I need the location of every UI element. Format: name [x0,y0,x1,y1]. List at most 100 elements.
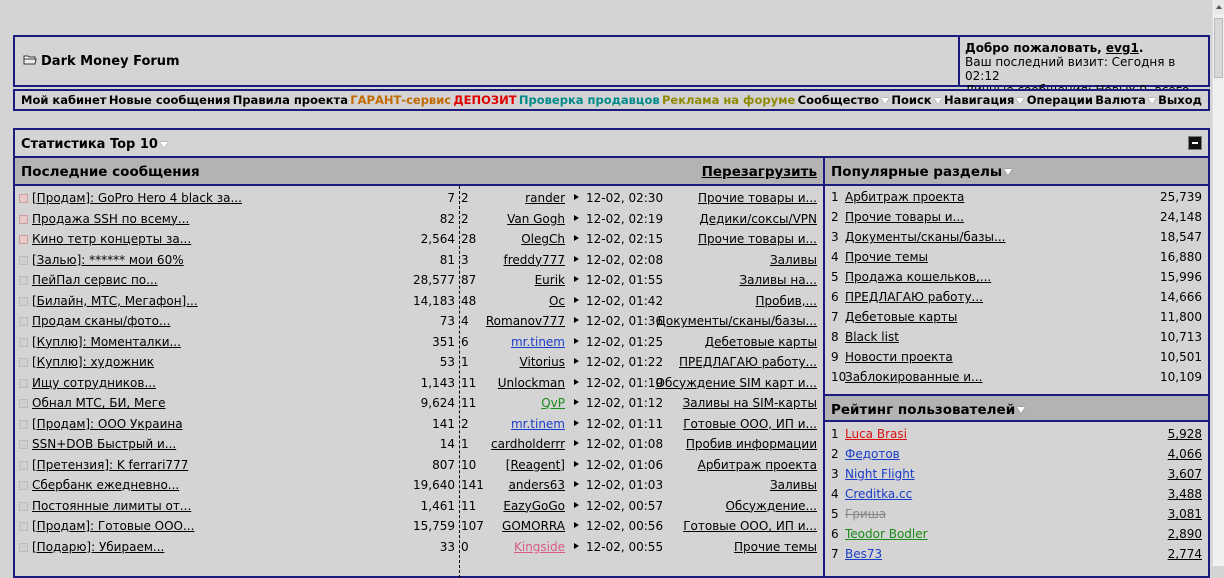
post-author-link[interactable]: QvP [541,396,565,410]
post-author-link[interactable]: freddy777 [503,253,565,267]
post-author-link[interactable]: Eurik [535,273,565,287]
go-to-last-post-icon[interactable] [574,481,579,487]
post-author-link[interactable]: cardholderrr [491,437,565,451]
go-to-last-post-icon[interactable] [574,337,579,344]
post-author-link[interactable]: Unlockman [498,376,565,390]
section-link[interactable]: Заблокированные и... [845,370,983,384]
nav-item[interactable]: Реклама на форуме [662,93,795,107]
post-forum-link[interactable]: Заливы [770,478,817,492]
post-author-link[interactable]: anders63 [509,478,565,492]
user-rating-value[interactable]: 4,066 [1168,447,1202,461]
scroll-thumb[interactable] [1214,18,1223,78]
section-link[interactable]: Прочие товары и... [845,210,964,224]
post-title-link[interactable]: [Залью]: ****** мои 60% [32,253,184,267]
forum-title[interactable]: Dark Money Forum [23,53,180,69]
section-link[interactable]: Black list [845,330,899,344]
post-title-link[interactable]: Обнал МТС, БИ, Мегe [32,396,165,410]
post-title-link[interactable]: Постоянные лимиты от... [32,499,191,513]
scrollbar[interactable] [1212,0,1224,566]
nav-item[interactable]: Навигация [944,93,1025,107]
popular-sections-header[interactable]: Популярные разделы [825,158,1208,186]
nav-item[interactable]: Правила проекта [233,93,348,107]
post-forum-link[interactable]: Пробив информации [686,437,817,451]
go-to-last-post-icon[interactable] [574,440,579,446]
post-forum-link[interactable]: Заливы на... [739,273,817,287]
user-profile-link[interactable]: Luca Brasi [845,427,907,441]
post-forum-link[interactable]: Прочие товары и... [698,232,817,246]
post-author-link[interactable]: rander [525,191,565,205]
go-to-last-post-icon[interactable] [574,276,579,282]
go-to-last-post-icon[interactable] [574,235,579,241]
go-to-last-post-icon[interactable] [574,399,579,405]
post-forum-link[interactable]: Обсуждение SIM карт и... [656,376,817,390]
go-to-last-post-icon[interactable] [574,296,579,303]
post-title-link[interactable]: Продажа SSH по всему... [32,212,189,226]
go-to-last-post-icon[interactable] [574,522,579,528]
post-forum-link[interactable]: Арбитраж проекта [698,458,817,472]
post-forum-link[interactable]: Пробив,... [755,294,817,308]
post-author-link[interactable]: Oc [549,294,565,308]
section-link[interactable]: Прочие темы [845,250,928,264]
post-title-link[interactable]: ПейПал сервис по... [32,273,158,287]
post-author-link[interactable]: mr.tinem [511,335,565,349]
post-forum-link[interactable]: Дебетовые карты [705,335,817,349]
user-profile-link[interactable]: Creditka.cc [845,487,912,501]
nav-item[interactable]: Новые сообщения [109,93,231,107]
post-title-link[interactable]: [Претензия]: K ferrari777 [32,458,188,472]
post-title-link[interactable]: [Подарю]: Убираем... [32,540,164,554]
post-title-link[interactable]: [Продам]: ООО Украина [32,417,183,431]
user-rating-value[interactable]: 3,081 [1168,507,1202,521]
nav-item[interactable]: Сообщество [798,93,890,107]
user-rating-value[interactable]: 2,890 [1168,527,1202,541]
user-profile-link[interactable]: Гриша [845,507,886,521]
user-profile-link[interactable]: Федотов [845,447,900,461]
scroll-up-arrow-icon[interactable] [1214,0,1224,14]
post-title-link[interactable]: [Куплю]: Моменталки... [32,335,181,349]
post-forum-link[interactable]: Заливы [770,253,817,267]
section-link[interactable]: Новости проекта [845,350,953,364]
post-author-link[interactable]: GOMORRA [502,519,565,533]
post-title-link[interactable]: SSN+DOB Быстрый и... [32,437,176,451]
nav-item[interactable]: Операции [1027,93,1093,107]
post-author-link[interactable]: Vitorius [520,355,565,369]
collapse-button[interactable] [1188,136,1202,150]
post-title-link[interactable]: Продам сканы/фото... [32,314,170,328]
username-link[interactable]: evg1 [1106,41,1139,55]
post-author-link[interactable]: Van Gogh [507,212,565,226]
reload-link[interactable]: Перезагрузить [702,164,817,180]
go-to-last-post-icon[interactable] [574,501,579,508]
go-to-last-post-icon[interactable] [574,378,579,385]
user-rating-value[interactable]: 2,774 [1168,547,1202,561]
post-forum-link[interactable]: Готовые ООО, ИП и... [683,519,817,533]
post-forum-link[interactable]: Готовые ООО, ИП и... [683,417,817,431]
post-title-link[interactable]: [Продам]: GoPro Hero 4 black за... [32,191,242,205]
post-author-link[interactable]: Kingside [514,540,565,554]
post-title-link[interactable]: [Билайн, МТС, Мегафон]... [32,294,198,308]
post-author-link[interactable]: EazyGoGo [503,499,565,513]
user-profile-link[interactable]: Teodor Bodler [845,527,928,541]
post-title-link[interactable]: [Продам]: Готовые ООО... [32,519,194,533]
go-to-last-post-icon[interactable] [574,194,579,200]
post-forum-link[interactable]: Обсуждение... [725,499,817,513]
section-link[interactable]: Продажа кошельков,... [845,270,991,284]
section-link[interactable]: Документы/сканы/базы... [845,230,1005,244]
user-profile-link[interactable]: Bes73 [845,547,882,561]
post-title-link[interactable]: Сбербанк ежедневно... [32,478,179,492]
post-author-link[interactable]: [Reagent] [506,458,565,472]
go-to-last-post-icon[interactable] [574,542,579,549]
post-forum-link[interactable]: Документы/сканы/базы... [657,314,817,328]
go-to-last-post-icon[interactable] [574,460,579,467]
go-to-last-post-icon[interactable] [574,317,579,323]
user-rating-value[interactable]: 5,928 [1168,427,1202,441]
nav-item[interactable]: Выход [1158,93,1202,107]
nav-item[interactable]: Поиск [891,93,942,107]
post-title-link[interactable]: Кино тетр концерты за... [32,232,191,246]
post-title-link[interactable]: [Куплю]: художник [32,355,154,369]
stats-title[interactable]: Статистика Top 10 [21,137,168,152]
section-link[interactable]: Дебетовые карты [845,310,957,324]
section-link[interactable]: ПРЕДЛАГАЮ работу... [845,290,983,304]
go-to-last-post-icon[interactable] [574,214,579,221]
user-rating-header[interactable]: Рейтинг пользователей [825,394,1208,422]
nav-item[interactable]: Валюта [1095,93,1156,107]
post-forum-link[interactable]: ПРЕДЛАГАЮ работу... [679,355,817,369]
